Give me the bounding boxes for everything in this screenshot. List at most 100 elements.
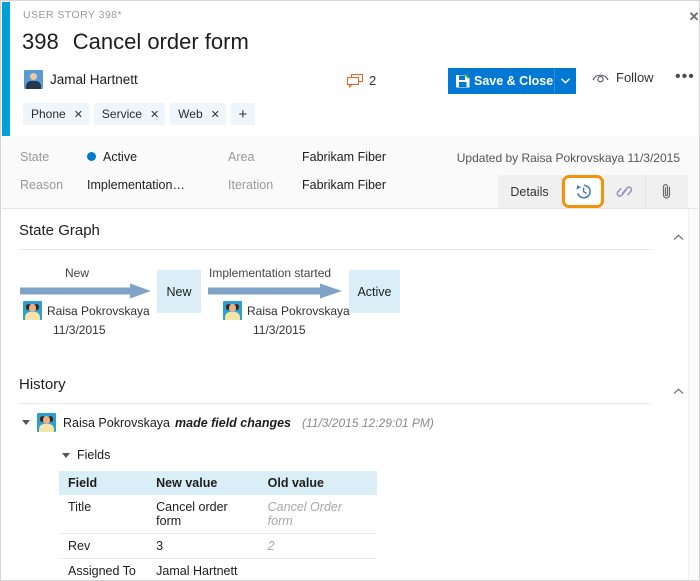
state-graph-transition-label: Implementation started <box>209 266 331 280</box>
follow-label: Follow <box>616 70 654 85</box>
expand-triangle-icon[interactable] <box>22 420 30 425</box>
history-collapse-icon[interactable] <box>673 388 684 395</box>
work-item-id: 398 <box>22 29 59 55</box>
form-tab-bar: Details <box>498 175 688 208</box>
work-item-fields-strip: State Active Reason Implementation… Area… <box>2 136 698 209</box>
work-item-header: USER STORY 398* 398 Cancel order form Ja… <box>10 2 698 136</box>
more-actions-button[interactable]: ••• <box>675 72 695 82</box>
iteration-field-value[interactable]: Fabrikam Fiber <box>302 178 386 192</box>
chevron-down-icon <box>561 78 570 84</box>
tag-remove-icon[interactable]: ✕ <box>74 108 83 121</box>
state-graph-person-name: Raisa Pokrovskaya <box>247 304 350 318</box>
avatar <box>37 413 56 432</box>
comment-bubble-icon <box>347 74 363 88</box>
state-graph-collapse-icon[interactable] <box>673 234 684 241</box>
area-field-value[interactable]: Fabrikam Fiber <box>302 150 386 164</box>
tag-item[interactable]: Phone ✕ <box>23 103 89 125</box>
work-item-title[interactable]: Cancel order form <box>73 29 249 55</box>
assignee-name: Jamal Hartnett <box>50 72 138 87</box>
cell-new-value: Cancel order form <box>147 495 258 534</box>
history-title: History <box>19 376 66 393</box>
cell-field: Assigned To <box>59 559 147 581</box>
table-header-row: Field New value Old value <box>59 471 377 495</box>
state-graph-person-name: Raisa Pokrovskaya <box>47 304 150 318</box>
history-entry-action: made field changes <box>175 416 291 430</box>
add-tag-button[interactable]: + <box>231 103 255 125</box>
close-icon[interactable]: ✕ <box>685 8 700 26</box>
state-graph-person: Raisa Pokrovskaya <box>223 301 350 320</box>
tab-links[interactable] <box>604 175 646 208</box>
tab-details[interactable]: Details <box>498 175 562 208</box>
area-field-label: Area <box>228 150 254 164</box>
state-graph-date: 11/3/2015 <box>53 323 106 337</box>
avatar <box>24 70 43 89</box>
state-graph-node-new: New <box>157 270 201 313</box>
state-graph-arrow-icon <box>208 283 343 299</box>
tag-remove-icon[interactable]: ✕ <box>150 108 159 121</box>
state-graph-arrow-icon <box>20 283 152 299</box>
vertical-scrollbar[interactable] <box>688 209 698 579</box>
history-entry[interactable]: Raisa Pokrovskaya made field changes (11… <box>22 413 434 432</box>
history-divider <box>19 403 651 404</box>
state-graph-node-label: New <box>166 285 191 299</box>
link-icon <box>616 184 633 199</box>
comment-count-value: 2 <box>369 73 376 88</box>
reason-field-label: Reason <box>20 178 63 192</box>
save-icon <box>456 74 470 88</box>
history-entry-person: Raisa Pokrovskaya <box>63 416 170 430</box>
tag-item[interactable]: Web ✕ <box>170 103 226 125</box>
field-changes-table: Field New value Old value Title Cancel o… <box>59 471 377 581</box>
tab-details-label: Details <box>510 185 548 199</box>
column-header-old-value: Old value <box>259 471 377 495</box>
follow-button[interactable]: Follow <box>592 70 654 85</box>
table-row: Title Cancel order form Cancel Order for… <box>59 495 377 534</box>
updated-by-text: Updated by Raisa Pokrovskaya 11/3/2015 <box>457 151 680 165</box>
state-graph-divider <box>19 249 651 250</box>
state-graph-transition-label: New <box>65 266 89 280</box>
state-graph-node-label: Active <box>357 285 391 299</box>
save-and-close-label: Save & Close <box>470 74 562 88</box>
breadcrumb: USER STORY 398* <box>23 9 122 21</box>
assigned-to-field[interactable]: Jamal Hartnett <box>24 70 138 89</box>
cell-old-value <box>259 559 377 581</box>
tag-remove-icon[interactable]: ✕ <box>211 108 220 121</box>
tag-label: Web <box>178 107 202 121</box>
iteration-field-label: Iteration <box>228 178 273 192</box>
expand-triangle-icon[interactable] <box>62 453 70 458</box>
state-field-value[interactable]: Active <box>87 150 137 164</box>
history-fields-group[interactable]: Fields <box>62 448 110 462</box>
page-title: 398 Cancel order form <box>22 29 249 55</box>
state-field-label: State <box>20 150 49 164</box>
work-item-type-accent-bar <box>2 2 10 136</box>
discussion-comment-count[interactable]: 2 <box>347 73 376 88</box>
tab-attachments[interactable] <box>646 175 688 208</box>
state-graph-person: Raisa Pokrovskaya <box>23 301 150 320</box>
column-header-field: Field <box>59 471 147 495</box>
cell-field: Rev <box>59 534 147 559</box>
tab-history[interactable] <box>562 175 604 208</box>
state-color-dot <box>87 152 96 161</box>
cell-old-value: Cancel Order form <box>259 495 377 534</box>
history-fields-group-label: Fields <box>77 448 110 462</box>
paperclip-icon <box>661 183 673 200</box>
history-clock-icon <box>575 183 592 200</box>
table-row: Assigned To Jamal Hartnett <box>59 559 377 581</box>
state-graph-date: 11/3/2015 <box>253 323 306 337</box>
tag-label: Service <box>102 107 142 121</box>
avatar <box>223 301 242 320</box>
table-row: Rev 3 2 <box>59 534 377 559</box>
state-graph-node-active: Active <box>349 270 400 313</box>
cell-old-value: 2 <box>259 534 377 559</box>
history-entry-timestamp: (11/3/2015 12:29:01 PM) <box>302 416 434 430</box>
reason-field-value[interactable]: Implementation… <box>87 178 185 192</box>
save-options-dropdown[interactable] <box>554 68 576 94</box>
column-header-new-value: New value <box>147 471 258 495</box>
tag-item[interactable]: Service ✕ <box>94 103 165 125</box>
cell-new-value: Jamal Hartnett <box>147 559 258 581</box>
follow-eye-icon <box>592 72 609 84</box>
tag-list: Phone ✕ Service ✕ Web ✕ + <box>23 103 255 125</box>
state-graph-title: State Graph <box>19 222 100 239</box>
cell-new-value: 3 <box>147 534 258 559</box>
tag-label: Phone <box>31 107 66 121</box>
save-and-close-button[interactable]: Save & Close <box>448 68 562 94</box>
